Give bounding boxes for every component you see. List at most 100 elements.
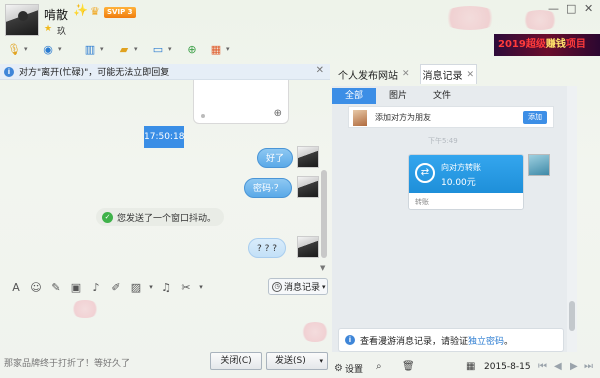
svip-badge[interactable]: SVIP 3 [104,7,136,18]
tab-label: 消息记录 [422,71,463,82]
calendar-button[interactable]: ▦ [466,361,475,372]
chevron-down-icon[interactable]: ▾ [226,45,230,53]
verify-password-link[interactable]: 独立密码 [468,337,504,347]
chat-plus-icon: ⊕ [187,42,197,56]
next-page-icon[interactable]: ▶ [570,361,578,372]
maximize-button[interactable]: □ [566,2,576,15]
transfer-footer: 转账 [409,193,523,209]
add-friend-text: 添加对方为朋友 [375,113,431,122]
remote-screen-button[interactable]: ▥ ▾ [82,40,116,58]
chat-bubble[interactable]: 密码·？ [244,178,292,198]
chat-scrollbar[interactable] [321,170,327,258]
settings-label: 设置 [344,365,363,375]
subtab-files[interactable]: 文件 [420,88,464,104]
tab-message-record[interactable]: 消息记录 ✕ [419,64,478,84]
add-friend-button[interactable]: 添加 [523,111,547,124]
subtab-all[interactable]: 全部 [332,88,376,104]
contact-thumbnail [353,110,367,126]
roaming-tip: i 查看漫游消息记录，请验证独立密码。 [338,328,564,352]
emoji-icon[interactable]: ☺ [26,279,46,295]
sender-avatar[interactable] [297,176,319,198]
transfer-amount: 10.00元 [441,178,476,188]
message-record-panel: 全部 图片 文件 添加对方为朋友 添加 下午5:49 ⇄ 向对方转账 10.00… [332,86,568,352]
image-icon[interactable]: ▨ [126,279,146,295]
ad-banner[interactable]: 2019超级赚钱项目 [494,34,600,56]
prev-page-icon[interactable]: ◀ [554,361,562,372]
transfer-card-header: ⇄ 向对方转账 10.00元 [409,155,523,193]
chevron-down-icon[interactable]: ▾ [146,279,156,295]
file-transfer-button[interactable]: ▰ ▾ [116,40,150,58]
contact-status: 玖 [57,27,67,37]
edit-icon[interactable]: ✐ [106,279,126,295]
magic-wand-icon[interactable]: ✎ [46,279,66,295]
video-call-button[interactable]: ◉ ▾ [40,40,74,58]
chevron-down-icon[interactable]: ▾ [58,45,62,53]
delete-button[interactable]: 🗑 [402,361,415,372]
chevron-down-icon[interactable]: ▾ [24,45,28,53]
tip-text: 查看漫游消息记录，请验证独立密码。 [360,334,513,347]
tab-personal-site[interactable]: 个人发布网站 ✕ [336,65,412,84]
create-group-button[interactable]: ⊕ [184,40,208,58]
minimize-button[interactable]: — [548,2,559,15]
music-icon[interactable]: ♫ [156,279,176,295]
chart-icon: ▥ [84,42,96,56]
close-notice-button[interactable]: ✕ [316,65,324,76]
zoom-in-icon[interactable]: ⊕ [274,108,282,119]
chevron-down-icon[interactable]: ▾ [134,45,138,53]
message-input[interactable] [0,298,330,348]
chat-bubble[interactable]: ? ? ? [248,238,287,258]
chevron-down-icon[interactable]: ▾ [319,353,323,369]
record-scrollbar[interactable] [567,86,577,352]
calendar-icon: ▦ [466,361,476,372]
first-page-icon[interactable]: ⏮ [538,361,547,372]
gif-icon[interactable]: ▣ [66,279,86,295]
search-button[interactable]: ⌕ [376,361,382,372]
font-icon[interactable]: A [6,279,26,295]
banner-suffix: 项目 [565,39,586,50]
close-button[interactable]: 关闭(C) [210,352,262,370]
chevron-down-icon[interactable]: ▾ [100,45,104,53]
away-notice-text: 对方"离开(忙碌)"，可能无法立即回复 [19,68,170,78]
close-tab-icon[interactable]: ✕ [467,70,475,80]
sender-avatar[interactable] [297,146,319,168]
sender-avatar[interactable] [528,154,550,176]
scroll-down-arrow-icon[interactable]: ▼ [320,264,325,272]
banner-text: 2019超级 [498,39,546,50]
check-icon: ✓ [102,211,113,223]
contact-avatar[interactable] [5,4,39,36]
chevron-down-icon[interactable]: ▾ [168,45,172,53]
voice-call-button[interactable]: 🎙 ▾ [6,40,40,58]
subtab-images[interactable]: 图片 [376,88,420,104]
clock-icon: ◷ [272,281,282,292]
chevron-down-icon[interactable]: ▾ [196,279,206,295]
close-tab-icon[interactable]: ✕ [402,69,410,79]
message-timestamp: 17:50:18 [144,126,184,148]
chat-header: 啃散 ✨ ♛ SVIP 3 ★ 玖 — □ ✕ 2019超级赚钱项目 🎙 ▾ ◉ ▾… [0,0,600,64]
message-record-button[interactable]: ◷ 消息记录 ▾ [268,278,328,295]
tip-text-main: 查看漫游消息记录，请验证 [360,336,469,347]
star-icon: ★ [44,24,53,34]
image-message-card[interactable]: ⊕ [193,80,289,124]
settings-button[interactable]: ⚙ 设置 [334,362,363,375]
chat-bubble[interactable]: 好了 [257,148,294,168]
camera-icon: ◉ [43,42,53,56]
send-button[interactable]: 发送(S) ▾ [266,352,328,370]
contact-name[interactable]: 啃散 [44,6,68,23]
scissors-icon[interactable]: ✂ [176,279,196,295]
dot-icon [201,114,205,118]
folder-icon: ▰ [119,42,129,56]
close-window-button[interactable]: ✕ [584,2,593,15]
gear-icon: ⚙ [334,363,343,374]
chat-toolbar: 🎙 ▾ ◉ ▾ ▥ ▾ ▰ ▾ ▭ ▾ ⊕ ▦ ▾ [6,40,242,58]
scrollbar-thumb[interactable] [569,301,575,331]
voice-message-icon[interactable]: ♪ [86,279,106,295]
last-page-icon[interactable]: ⏭ [584,361,593,372]
share-screen-button[interactable]: ▭ ▾ [150,40,184,58]
sender-avatar[interactable] [297,236,319,258]
info-icon: i [4,66,14,77]
apps-button[interactable]: ▦ ▾ [208,40,242,58]
system-note-text: 您发送了一个窗口抖动。 [117,213,217,224]
record-separator: 下午5:49 [428,137,458,145]
chat-message-area[interactable]: ⊕ 17:50:18 好了 密码·？ ✓ 您发送了一个窗口抖动。 ? ? ? ▼ [0,80,330,276]
transfer-card[interactable]: ⇄ 向对方转账 10.00元 转账 [408,154,524,210]
